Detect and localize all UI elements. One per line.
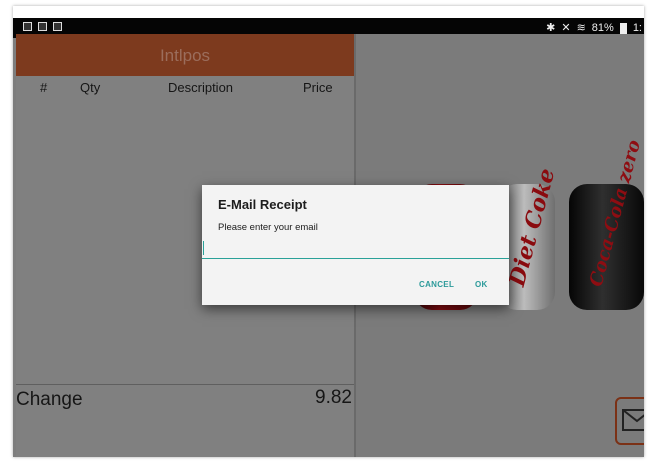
bluetooth-icon: ✱ xyxy=(546,21,556,34)
envelope-icon xyxy=(622,409,644,431)
dialog-message: Please enter your email xyxy=(218,222,318,233)
gallery-icon xyxy=(23,22,32,31)
battery-icon xyxy=(619,22,627,34)
battery-percentage: 81% xyxy=(591,22,614,34)
cancel-button[interactable]: CANCEL xyxy=(419,280,454,289)
column-header-description: Description xyxy=(168,80,234,95)
dialog-title: E-Mail Receipt xyxy=(218,197,307,212)
coke-zero-label: Coca-Cola zero xyxy=(585,137,644,289)
screenshot-icon xyxy=(38,22,47,31)
email-input[interactable] xyxy=(202,240,509,259)
coke-zero-can[interactable]: Coca-Cola zero xyxy=(569,137,644,310)
email-receipt-button[interactable] xyxy=(615,397,644,445)
wifi-icon: ≋ xyxy=(576,21,586,34)
mute-icon: ✕ xyxy=(561,21,571,34)
clock-fragment: 1: xyxy=(632,22,642,34)
column-header-number: # xyxy=(40,80,48,95)
app-bar: Intlpos xyxy=(16,34,354,76)
top-margin xyxy=(13,6,644,18)
column-header-qty: Qty xyxy=(80,80,101,95)
android-icon xyxy=(53,22,62,31)
diet-coke-label: Diet Coke xyxy=(504,165,561,290)
email-receipt-dialog: E-Mail Receipt Please enter your email C… xyxy=(202,185,509,305)
change-label: Change xyxy=(16,389,83,410)
ok-button[interactable]: OK xyxy=(475,280,488,289)
app-title: Intlpos xyxy=(159,46,211,65)
column-header-price: Price xyxy=(303,80,333,95)
change-divider xyxy=(16,384,354,385)
change-value: 9.82 xyxy=(315,387,352,408)
text-cursor xyxy=(203,241,204,255)
